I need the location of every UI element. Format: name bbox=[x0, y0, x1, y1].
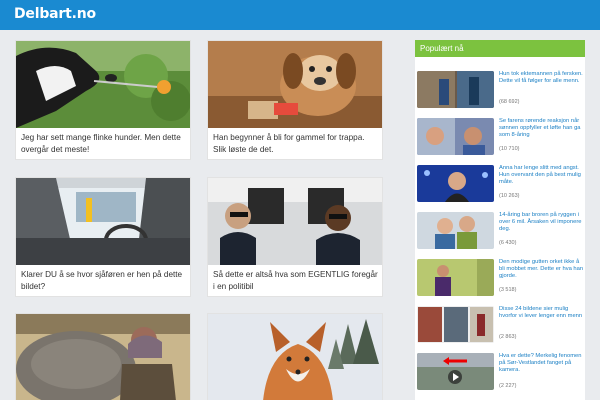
popular-item-count: (2 227) bbox=[499, 383, 517, 389]
article-card[interactable]: Jeg har sett mange flinke hunder. Men de… bbox=[15, 40, 191, 160]
article-caption[interactable]: Klarer DU å se hvor sjåføren er hen på d… bbox=[21, 269, 187, 293]
article-card[interactable]: Så dette er altså hva som EGENTLIG foreg… bbox=[207, 177, 383, 297]
popular-item-title[interactable]: Hun tok ektemannen på fersken. Dette vil… bbox=[499, 71, 585, 85]
popular-item[interactable]: Hva er dette? Merkelig fenomen på Sør-Ve… bbox=[415, 353, 585, 396]
site-header: Delbart.no bbox=[0, 0, 600, 30]
popular-item-thumb[interactable] bbox=[417, 118, 494, 155]
popular-item-title[interactable]: Anna har lenge slitt med angst. Hun over… bbox=[499, 165, 585, 187]
police-car-image[interactable] bbox=[208, 178, 382, 265]
popular-header: Populært nå bbox=[415, 40, 585, 57]
popular-item-title[interactable]: Disse 24 bildene sier mulig hvorfor vi l… bbox=[499, 306, 585, 320]
popular-item-thumb[interactable] bbox=[417, 353, 494, 390]
site-logo[interactable]: Delbart.no bbox=[14, 6, 96, 22]
popular-item[interactable]: Disse 24 bildene sier mulig hvorfor vi l… bbox=[415, 306, 585, 349]
popular-item[interactable]: 14-åring bar broren på ryggen i over 6 m… bbox=[415, 212, 585, 255]
article-card[interactable]: Han begynner å bli for gammel for trappa… bbox=[207, 40, 383, 160]
old-dog-image[interactable] bbox=[208, 41, 382, 128]
elephant-image[interactable] bbox=[16, 314, 190, 400]
popular-item-thumb[interactable] bbox=[417, 306, 494, 343]
article-caption[interactable]: Jeg har sett mange flinke hunder. Men de… bbox=[21, 132, 187, 156]
article-caption[interactable]: Så dette er altså hva som EGENTLIG foreg… bbox=[213, 269, 379, 293]
popular-item-thumb[interactable] bbox=[417, 259, 494, 296]
popular-item-count: (3 518) bbox=[499, 287, 517, 293]
popular-item-title[interactable]: Se farens rørende reaksjon når sønnen op… bbox=[499, 118, 585, 140]
fox-in-snow-image[interactable] bbox=[208, 314, 382, 400]
popular-item[interactable]: Hun tok ektemannen på fersken. Dette vil… bbox=[415, 71, 585, 114]
popular-item[interactable]: Den modige gutten orket ikke å bli mobbe… bbox=[415, 259, 585, 302]
car-interior-image[interactable] bbox=[16, 178, 190, 265]
popular-item-title[interactable]: 14-åring bar broren på ryggen i over 6 m… bbox=[499, 212, 585, 234]
popular-item-thumb[interactable] bbox=[417, 71, 494, 108]
popular-item-count: (2 863) bbox=[499, 334, 517, 340]
article-caption[interactable]: Han begynner å bli for gammel for trappa… bbox=[213, 132, 379, 156]
article-card[interactable] bbox=[207, 313, 383, 400]
popular-item-count: (6 430) bbox=[499, 240, 517, 246]
article-card[interactable] bbox=[15, 313, 191, 400]
popular-item-title[interactable]: Den modige gutten orket ikke å bli mobbe… bbox=[499, 259, 585, 281]
article-card[interactable]: Klarer DU å se hvor sjåføren er hen på d… bbox=[15, 177, 191, 297]
popular-item[interactable]: Anna har lenge slitt med angst. Hun over… bbox=[415, 165, 585, 208]
popular-item-count: (68 692) bbox=[499, 99, 520, 105]
popular-item-title[interactable]: Hva er dette? Merkelig fenomen på Sør-Ve… bbox=[499, 353, 585, 375]
popular-item-count: (10 263) bbox=[499, 193, 520, 199]
popular-sidebar: Populært nå Hun tok ektemannen på ferske… bbox=[415, 40, 585, 400]
popular-item-thumb[interactable] bbox=[417, 212, 494, 249]
dog-with-spoon-image[interactable] bbox=[16, 41, 190, 128]
popular-item[interactable]: Se farens rørende reaksjon når sønnen op… bbox=[415, 118, 585, 161]
popular-item-thumb[interactable] bbox=[417, 165, 494, 202]
popular-item-count: (10 710) bbox=[499, 146, 520, 152]
